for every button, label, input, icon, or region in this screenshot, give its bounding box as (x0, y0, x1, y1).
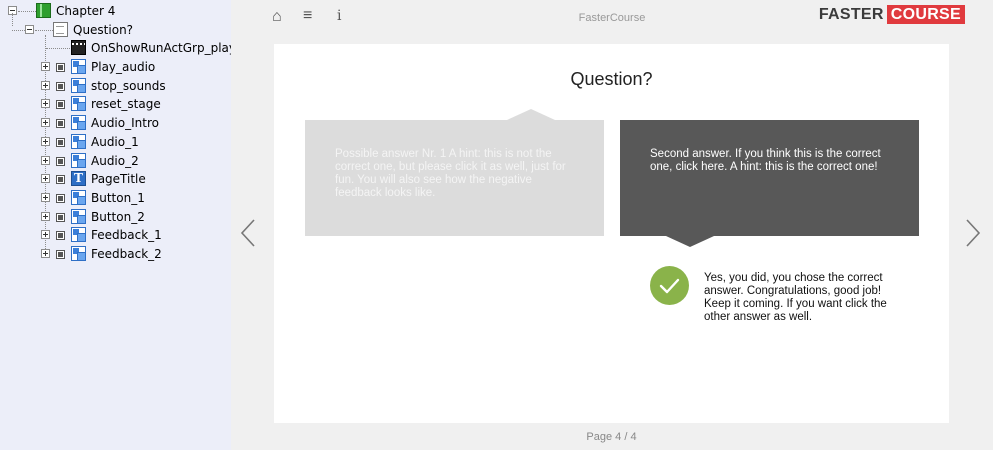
object-icon (71, 59, 86, 74)
object-icon (71, 96, 86, 112)
tree-node-action[interactable]: OnShowRunActGrp_play (0, 39, 236, 57)
layer-icon (56, 156, 65, 166)
object-icon (71, 189, 86, 205)
tree-connector (35, 30, 53, 31)
page-indicator: Page 4 / 4 (586, 431, 637, 443)
tree-label-chapter: Chapter 4 (56, 4, 116, 18)
tree-connector (12, 30, 25, 31)
expand-icon[interactable] (41, 174, 50, 184)
layer-icon (56, 212, 65, 222)
tree-node-item[interactable]: Audio_2 (0, 152, 231, 170)
layer-icon (56, 231, 65, 241)
tree-item-label: PageTitle (91, 172, 146, 187)
layer-icon (56, 81, 65, 91)
expand-icon[interactable] (41, 80, 50, 90)
tree-node-item[interactable]: T PageTitle (0, 170, 231, 188)
course-player: ⌂ ≡ i FasterCourse FASTER COURSE Question… (231, 0, 993, 450)
tree-node-chapter[interactable]: Chapter 4 (0, 2, 231, 20)
expand-icon[interactable] (41, 136, 50, 146)
object-icon (71, 77, 86, 93)
tree-node-item[interactable]: Play_audio (0, 58, 231, 76)
expand-icon[interactable] (41, 192, 50, 202)
object-icon (71, 133, 86, 149)
object-icon (71, 208, 86, 224)
tree-item-label: Button_2 (91, 209, 145, 224)
object-icon (71, 115, 86, 131)
tree-item-label: Feedback_2 (91, 247, 162, 261)
tree-node-item[interactable]: Feedback_2 (0, 245, 231, 263)
collapse-icon[interactable] (25, 25, 34, 34)
tree-item-label: Audio_Intro (91, 116, 159, 131)
slide-title: Question? (570, 69, 653, 89)
feedback-text: Yes, you did, you chose the correct answ… (704, 272, 887, 323)
check-icon (650, 266, 689, 305)
object-icon (71, 227, 86, 243)
clapperboard-icon (71, 40, 86, 55)
layer-icon (56, 175, 65, 185)
tree-node-item[interactable]: reset_stage (0, 95, 231, 113)
book-icon (36, 3, 51, 18)
tree-item-label: Feedback_1 (91, 228, 162, 243)
tree-label-action: OnShowRunActGrp_play (91, 41, 236, 55)
slide-content: Question? Possible answer Nr. 1 A hint: … (274, 44, 949, 423)
tree-connector (12, 13, 13, 26)
tree-connector (18, 11, 36, 12)
expand-icon[interactable] (41, 118, 50, 128)
brand-logo-part2: COURSE (886, 5, 965, 24)
expand-icon[interactable] (41, 230, 50, 240)
text-icon: T (71, 171, 86, 187)
layer-icon (56, 119, 65, 129)
expand-icon[interactable] (41, 99, 50, 109)
tree-node-item[interactable]: Button_2 (0, 208, 231, 226)
tree-node-item[interactable]: Audio_1 (0, 133, 231, 151)
expand-icon[interactable] (41, 155, 50, 165)
tree-item-label: Button_1 (91, 190, 145, 205)
tree-node-page[interactable]: Question? (0, 13, 231, 39)
expand-icon[interactable] (41, 62, 50, 71)
tree-item-label: stop_sounds (91, 78, 166, 93)
tree-panel: Chapter 4 Question? OnShowRunActGrp_play… (0, 0, 236, 450)
previous-page-chevron-icon[interactable] (239, 218, 257, 253)
layer-icon (56, 100, 65, 110)
tree-connector (46, 48, 70, 49)
object-icon (71, 246, 86, 261)
brand-logo-part1: FASTER (818, 6, 884, 23)
layer-icon (56, 137, 65, 147)
object-icon (71, 152, 86, 168)
tree-node-item[interactable]: Button_1 (0, 189, 231, 207)
tree-item-label: Audio_1 (91, 134, 139, 149)
expand-icon[interactable] (41, 211, 50, 221)
layer-icon (56, 193, 65, 203)
tree-node-item[interactable]: Feedback_1 (0, 226, 231, 244)
tree-node-item[interactable]: Audio_Intro (0, 114, 231, 132)
next-page-chevron-icon[interactable] (964, 218, 982, 253)
layer-icon (56, 250, 65, 259)
tree-item-label: Play_audio (91, 60, 156, 74)
tree-node-item[interactable]: stop_sounds (0, 77, 231, 95)
page-icon (53, 22, 68, 37)
expand-icon[interactable] (41, 249, 50, 258)
tree-item-label: reset_stage (91, 97, 161, 112)
tree-label-page: Question? (73, 23, 134, 37)
tree-item-label: Audio_2 (91, 153, 139, 168)
answer-2-button[interactable]: Second answer. If you think this is the … (620, 120, 919, 247)
brand-logo[interactable]: FASTER COURSE (818, 5, 965, 24)
answer-1-button[interactable]: Possible answer Nr. 1 A hint: this is no… (305, 109, 604, 236)
layer-icon (56, 63, 65, 72)
